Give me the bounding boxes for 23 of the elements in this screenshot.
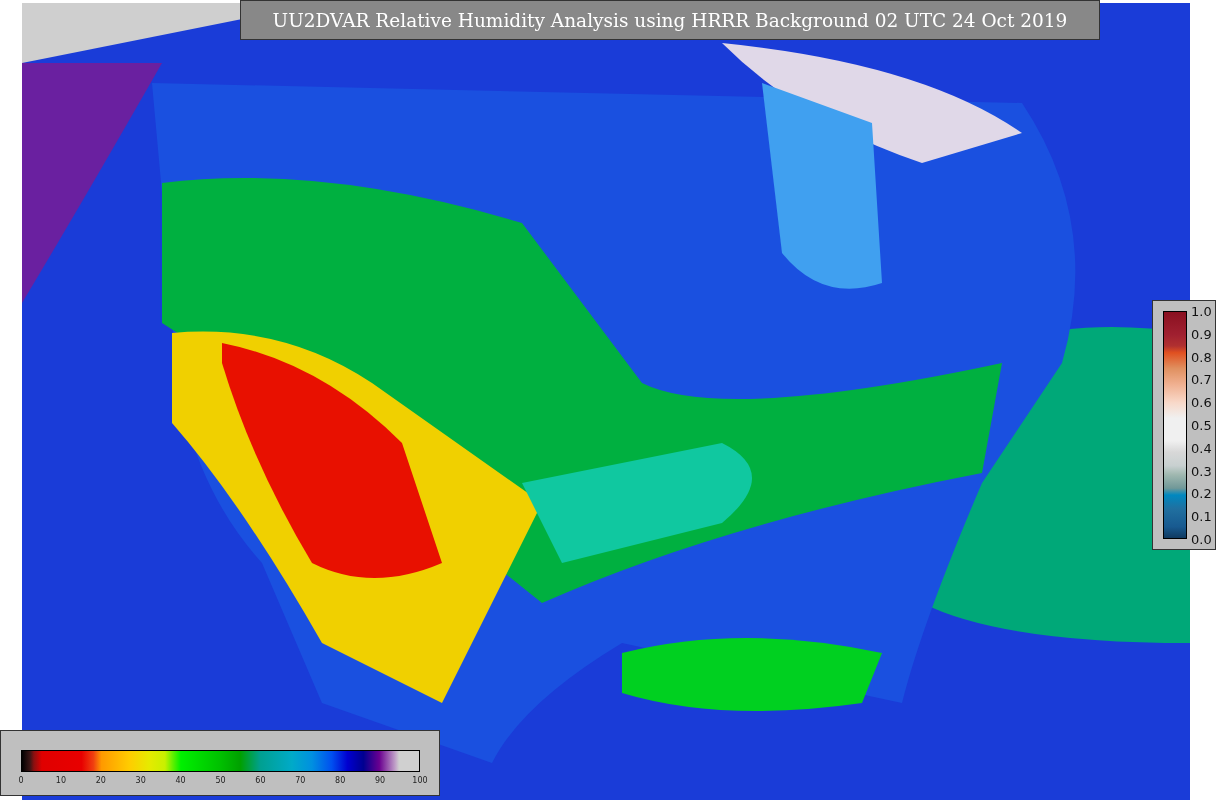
tick-label: 40 [175,776,186,785]
tick-label: 70 [295,776,306,785]
tick-label: 0.2 [1191,485,1212,501]
tick-label: 20 [95,776,106,785]
tick-label: 10 [55,776,66,785]
tick-label: 1.0 [1191,303,1212,319]
tick-label: 0.7 [1191,371,1212,387]
tick-label: 50 [215,776,226,785]
tick-label: 0.1 [1191,508,1212,524]
map-title: UU2DVAR Relative Humidity Analysis using HRRR Background 02 UTC 24 Oct 2019 [240,0,1100,40]
tick-label: 0.5 [1191,417,1212,433]
tick-label: 60 [255,776,266,785]
tick-label: 30 [135,776,146,785]
tick-label: 0 [18,776,24,785]
tick-label: 0.6 [1191,394,1212,410]
tick-label: 0.3 [1191,463,1212,479]
tick-label: 0.4 [1191,440,1212,456]
tick-label: 0.0 [1191,531,1212,547]
tick-label: 0.8 [1191,349,1212,365]
tick-label: 80 [335,776,346,785]
tick-label: 100 [412,776,428,785]
tick-label: 90 [375,776,386,785]
tick-label: 0.9 [1191,326,1212,342]
